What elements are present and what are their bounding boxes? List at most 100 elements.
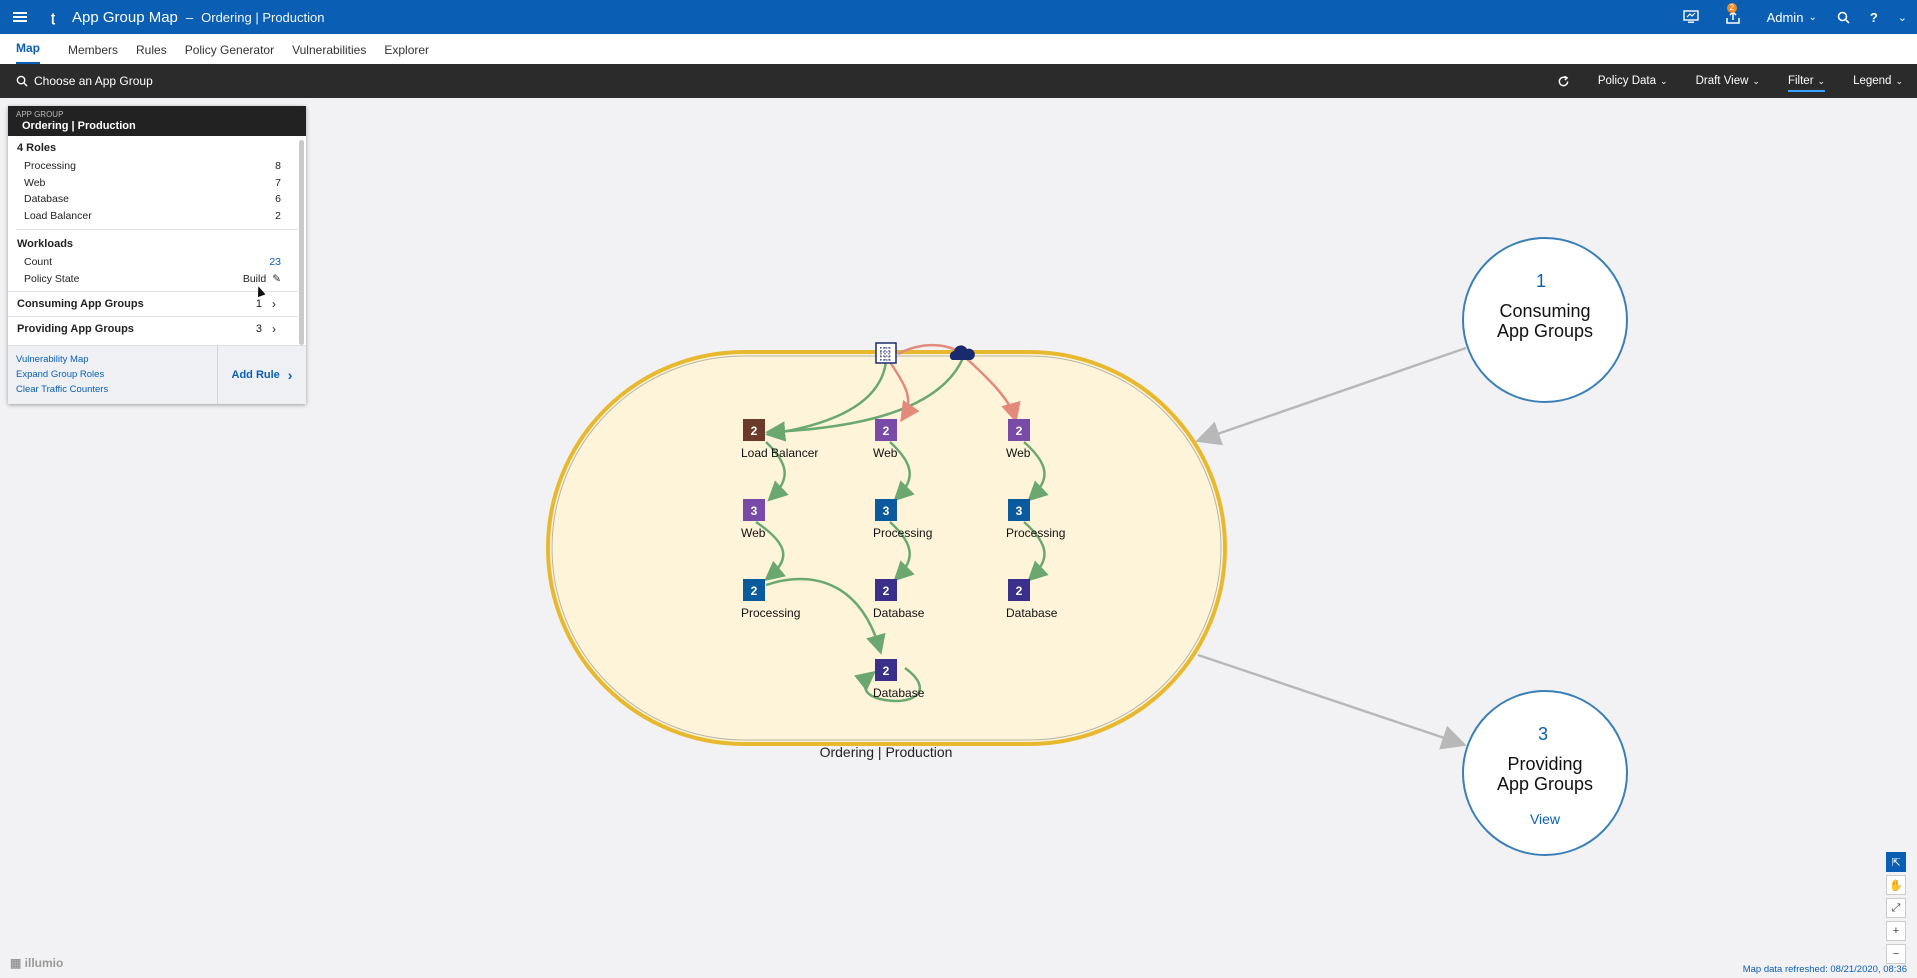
role-name: Load Balancer xyxy=(24,209,92,222)
role-count: 8 xyxy=(275,160,281,172)
role-node-count: 2 xyxy=(1016,424,1023,438)
more-button[interactable]: ⌄ xyxy=(1888,0,1917,34)
providing-app-groups-node[interactable]: 3 Providing App Groups View xyxy=(1462,690,1628,856)
tab-vulnerabilities[interactable]: Vulnerabilities xyxy=(292,36,384,64)
app-group-label: Ordering | Production xyxy=(820,744,953,760)
user-label: Admin xyxy=(1766,9,1804,25)
menu-icon[interactable] xyxy=(0,0,40,34)
map-toolbar: Choose an App Group Policy Data ⌄ Draft V… xyxy=(0,64,1917,98)
chevron-down-icon: ⌄ xyxy=(1660,75,1668,86)
app-group-search[interactable]: Choose an App Group xyxy=(16,74,153,88)
illumio-brand: ▦ illumio xyxy=(10,956,63,970)
role-node-label: Web xyxy=(1006,446,1031,460)
role-count: 6 xyxy=(275,193,281,205)
providing-right: 3 › xyxy=(256,322,276,336)
internet-node[interactable] xyxy=(875,342,897,364)
provision-button[interactable]: 2 xyxy=(1709,0,1757,34)
tab-members[interactable]: Members xyxy=(68,36,136,64)
role-node-label: Processing xyxy=(1006,526,1065,540)
count-value[interactable]: 23 xyxy=(269,254,281,271)
role-node-count: 2 xyxy=(751,424,758,438)
toolbar-controls: Policy Data ⌄ Draft View ⌄ Filter ⌄ Legend ⌄ xyxy=(1529,64,1903,98)
role-node-web3[interactable]: 3 Web xyxy=(741,499,766,540)
fit-button[interactable]: ⤢ xyxy=(1886,898,1906,918)
chevron-down-icon: ⌄ xyxy=(1817,75,1826,86)
pan-tool-button[interactable]: ✋ xyxy=(1886,875,1906,895)
role-row: Web 7 xyxy=(8,175,306,192)
role-name: Database xyxy=(24,193,69,205)
zoom-out-button[interactable]: − xyxy=(1886,944,1906,964)
draft-view-dropdown[interactable]: Draft View ⌄ xyxy=(1696,75,1760,87)
title-separator: – xyxy=(185,9,194,25)
top-right-actions: 2 Admin ⌄ ? ⌄ xyxy=(1673,0,1917,34)
providing-line1: Providing xyxy=(1507,754,1582,774)
role-node-count: 3 xyxy=(751,504,758,518)
chevron-down-icon: ⌄ xyxy=(1752,75,1760,86)
monitor-button[interactable] xyxy=(1673,0,1709,34)
select-tool-button[interactable]: ⇱ xyxy=(1886,852,1906,872)
vulnerability-map-link[interactable]: Vulnerability Map xyxy=(16,352,209,367)
policy-data-label: Policy Data xyxy=(1597,75,1657,87)
role-name: Web xyxy=(24,176,46,189)
role-node-label: Database xyxy=(1006,606,1058,620)
help-button[interactable]: ? xyxy=(1860,0,1888,34)
expand-group-roles-link[interactable]: Expand Group Roles xyxy=(16,367,209,382)
providing-label: Providing App Groups xyxy=(17,323,134,335)
role-name: Processing xyxy=(24,160,76,172)
providing-view-link[interactable]: View xyxy=(1530,811,1561,827)
tab-explorer[interactable]: Explorer xyxy=(384,36,447,64)
refresh-icon xyxy=(1558,75,1569,86)
minus-icon: − xyxy=(1892,948,1900,960)
legend-label: Legend xyxy=(1853,75,1892,87)
clear-traffic-counters-link[interactable]: Clear Traffic Counters xyxy=(16,382,209,397)
role-node-web2[interactable]: 2 Web xyxy=(1006,419,1031,460)
chevron-down-icon: ⌄ xyxy=(1897,11,1907,24)
role-node-label: Database xyxy=(873,606,925,620)
help-icon: ? xyxy=(1869,9,1878,25)
role-node-count: 2 xyxy=(883,424,890,438)
policy-data-dropdown[interactable]: Policy Data ⌄ xyxy=(1598,75,1668,87)
role-count: 2 xyxy=(275,209,281,222)
tab-map[interactable]: Map xyxy=(16,34,40,64)
top-bar: ʈ App Group Map – Ordering | Production … xyxy=(0,0,1917,34)
cloud-node[interactable] xyxy=(949,345,975,360)
app-group-panel: APP GROUP Ordering | Production 4 Roles … xyxy=(8,106,306,404)
panel-links: Vulnerability Map Expand Group Roles Cle… xyxy=(8,346,218,404)
user-menu[interactable]: Admin ⌄ xyxy=(1757,0,1827,34)
tab-bar: Map Members Rules Policy Generator Vulne… xyxy=(0,34,1917,65)
illumio-logo-icon[interactable]: ʈ xyxy=(40,0,66,34)
panel-scrollbar[interactable] xyxy=(299,140,304,345)
role-node-count: 2 xyxy=(1016,584,1023,598)
policy-state-label: Policy State xyxy=(24,272,80,285)
consuming-app-groups-row[interactable]: Consuming App Groups 1 › xyxy=(8,291,298,316)
consuming-line1: Consuming xyxy=(1499,301,1590,321)
add-rule-label: Add Rule xyxy=(231,369,280,381)
search-button[interactable] xyxy=(1827,0,1860,34)
legend-dropdown[interactable]: Legend ⌄ xyxy=(1853,75,1903,87)
refresh-button[interactable] xyxy=(1557,75,1570,88)
role-row: Database 6 xyxy=(8,191,306,208)
policy-state-value: Build xyxy=(242,272,267,285)
role-node-web1[interactable]: 2 Web xyxy=(873,419,898,460)
role-node-count: 2 xyxy=(883,664,890,678)
tab-rules[interactable]: Rules xyxy=(136,36,185,64)
map-controls: ⇱ ✋ ⤢ + − xyxy=(1886,852,1908,967)
pencil-icon[interactable]: ✎ xyxy=(272,273,281,285)
pointer-icon: ⇱ xyxy=(1891,856,1901,869)
role-node-count: 2 xyxy=(751,584,758,598)
search-icon xyxy=(16,75,28,87)
search-icon xyxy=(1837,11,1850,24)
monitor-icon xyxy=(1682,10,1699,23)
chevron-right-icon: › xyxy=(287,367,293,383)
add-rule-button[interactable]: Add Rule › xyxy=(218,346,306,404)
tab-policy-generator[interactable]: Policy Generator xyxy=(185,36,292,64)
providing-app-groups-row[interactable]: Providing App Groups 3 › xyxy=(8,316,298,341)
illumio-logo-icon: ▦ xyxy=(10,956,25,970)
consuming-app-groups-node[interactable]: 1 Consuming App Groups xyxy=(1462,237,1628,403)
zoom-in-button[interactable]: + xyxy=(1886,921,1906,941)
filter-dropdown[interactable]: Filter ⌄ xyxy=(1787,75,1826,92)
role-node-label: Load Balancer xyxy=(741,446,818,460)
page-subtitle: Ordering | Production xyxy=(201,9,325,25)
role-node-label: Web xyxy=(873,446,898,460)
role-node-label: Web xyxy=(741,526,766,540)
